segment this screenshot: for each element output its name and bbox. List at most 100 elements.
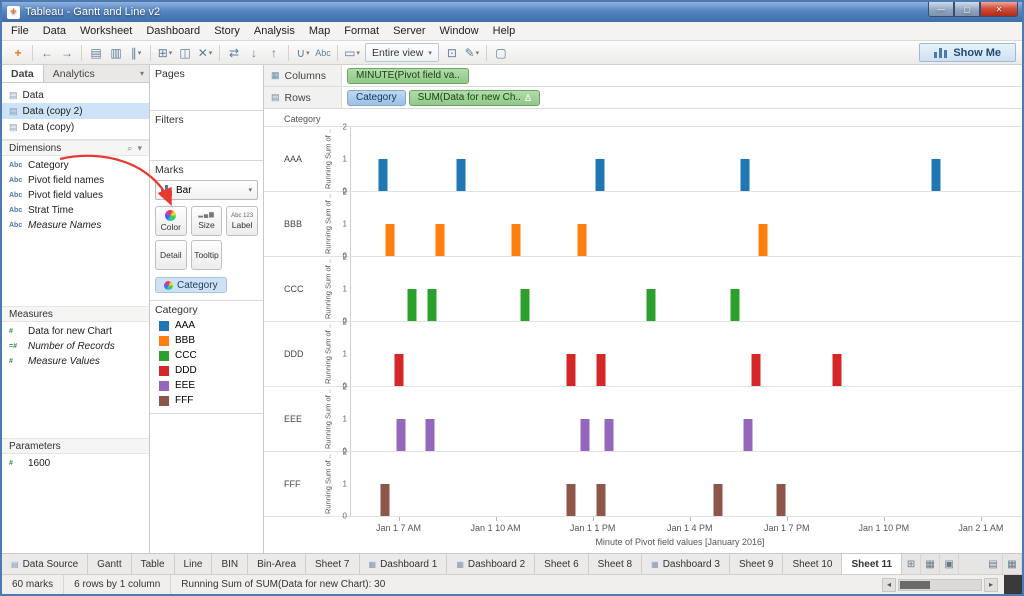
toolbar-group-members-button[interactable]: ∪ ▾ [293, 43, 313, 63]
legend-item-aaa[interactable]: AAA [155, 318, 258, 333]
menu-item-help[interactable]: Help [486, 22, 523, 40]
mark-bar[interactable] [456, 159, 466, 191]
field-measure-names[interactable]: Abc Measure Names [2, 218, 149, 233]
new-story-icon[interactable]: ▣ [940, 554, 960, 574]
menu-item-window[interactable]: Window [433, 22, 486, 40]
pages-shelf[interactable]: Pages [150, 65, 263, 111]
toolbar-pause-auto-updates-button[interactable]: ∥ ▾ [126, 43, 146, 63]
field-number-of-records[interactable]: =# Number of Records [2, 339, 149, 354]
menu-item-worksheet[interactable]: Worksheet [73, 22, 139, 40]
toolbar-duplicate-sheet-button[interactable]: ◫ [175, 43, 195, 63]
panel-menu-icon[interactable]: ▾ [135, 65, 149, 82]
tab-scrollbar-thumb[interactable] [900, 580, 930, 589]
tab-data[interactable]: Data [2, 65, 44, 82]
legend-item-ccc[interactable]: CCC [155, 348, 258, 363]
mark-bar[interactable] [730, 289, 740, 321]
sheet-tab-sheet-10[interactable]: Sheet 10 [783, 554, 843, 574]
show-sheet-sorter-icon[interactable]: ▦ [1003, 554, 1022, 574]
marks-color-button[interactable]: Color [155, 206, 187, 236]
mark-bar[interactable] [758, 224, 768, 256]
menu-item-story[interactable]: Story [207, 22, 247, 40]
mark-type-dropdown[interactable]: Bar ▾ [155, 180, 258, 200]
field-category[interactable]: Abc Category [2, 158, 149, 173]
menu-item-analysis[interactable]: Analysis [247, 22, 302, 40]
legend-item-eee[interactable]: EEE [155, 378, 258, 393]
resize-grip[interactable] [1004, 575, 1022, 594]
mark-bar[interactable] [520, 289, 530, 321]
tab-scroll-right-icon[interactable]: ▸ [984, 577, 998, 592]
sheet-tab-dashboard-3[interactable]: ▦ Dashboard 3 [642, 554, 730, 574]
sheet-tab-data-source[interactable]: ▤ Data Source [2, 554, 89, 574]
sheet-tab-bin[interactable]: BIN [212, 554, 249, 574]
mark-bar[interactable] [580, 419, 590, 451]
menu-item-format[interactable]: Format [337, 22, 386, 40]
mark-bar[interactable] [385, 224, 395, 256]
mark-bar[interactable] [407, 289, 417, 321]
toolbar-new-worksheet-button[interactable]: ⊞ ▾ [155, 43, 175, 63]
toolbar-show-mark-labels-button[interactable]: Abc [313, 43, 333, 63]
mark-bar[interactable] [751, 354, 761, 386]
sheet-tab-sheet-7[interactable]: Sheet 7 [306, 554, 360, 574]
tab-analytics[interactable]: Analytics [44, 65, 104, 82]
show-me-button[interactable]: Show Me [919, 43, 1016, 62]
field-strat-time[interactable]: Abc Strat Time [2, 203, 149, 218]
mark-bar[interactable] [425, 419, 435, 451]
toolbar-undo-button[interactable]: ← [37, 43, 57, 63]
shelf-pill-sum-data-for-new-ch[interactable]: SUM(Data for new Ch.. Δ [408, 89, 540, 106]
mark-bar[interactable] [577, 224, 587, 256]
sheet-tab-line[interactable]: Line [174, 554, 213, 574]
toolbar-highlight-button[interactable]: ✎ ▾ [462, 43, 482, 63]
toolbar-save-button[interactable]: ▤ [86, 43, 106, 63]
mark-bar[interactable] [776, 484, 786, 516]
mark-bar[interactable] [713, 484, 723, 516]
show-filmstrip-icon[interactable]: ▤ [984, 554, 1003, 574]
toolbar-start-page-button[interactable]: + [8, 43, 28, 63]
field-data-for-new-chart[interactable]: # Data for new Chart [2, 324, 149, 339]
tab-scroll-left-icon[interactable]: ◂ [882, 577, 896, 592]
sheet-tab-dashboard-1[interactable]: ▦ Dashboard 1 [359, 554, 448, 574]
field-pivot-field-values[interactable]: Abc Pivot field values [2, 188, 149, 203]
data-source-data-copy[interactable]: ▤ Data (copy) [2, 119, 149, 135]
mark-bar[interactable] [740, 159, 750, 191]
mark-bar[interactable] [427, 289, 437, 321]
mark-bar[interactable] [396, 419, 406, 451]
toolbar-sort-ascending-button[interactable]: ↓ [244, 43, 264, 63]
title-bar[interactable]: + Tableau - Gantt and Line v2 — ▢ ✕ [2, 2, 1022, 22]
mark-bar[interactable] [646, 289, 656, 321]
toolbar-swap-rows-columns-button[interactable]: ⇄ [224, 43, 244, 63]
toolbar-clear-sheet-button[interactable]: ✕ ▾ [195, 43, 215, 63]
shelf-pill-category[interactable]: Category [347, 89, 406, 106]
sheet-tab-sheet-8[interactable]: Sheet 8 [588, 554, 643, 574]
columns-shelf[interactable]: ▦ Columns MINUTE(Pivot field va.. [264, 65, 1022, 87]
field-measure-values[interactable]: # Measure Values [2, 354, 149, 369]
mark-bar[interactable] [566, 484, 576, 516]
sheet-tab-table[interactable]: Table [131, 554, 175, 574]
field-pivot-field-names[interactable]: Abc Pivot field names [2, 173, 149, 188]
search-icon[interactable]: ⌕ [127, 143, 132, 154]
sheet-tab-gantt[interactable]: Gantt [88, 554, 132, 574]
chart-x-axis[interactable]: Jan 1 7 AM Jan 1 10 AM Jan 1 1 PM Jan 1 4 P… [350, 517, 1010, 537]
sheet-tab-sheet-9[interactable]: Sheet 9 [729, 554, 784, 574]
mark-bar[interactable] [595, 159, 605, 191]
menu-item-server[interactable]: Server [386, 22, 432, 40]
sheet-tab-sheet-11[interactable]: Sheet 11 [842, 554, 903, 574]
legend-item-bbb[interactable]: BBB [155, 333, 258, 348]
sheet-tab-sheet-6[interactable]: Sheet 6 [535, 554, 589, 574]
toolbar-fit-button[interactable]: ▭ ▾ [342, 43, 362, 63]
mark-bar[interactable] [394, 354, 404, 386]
menu-item-map[interactable]: Map [302, 22, 337, 40]
mark-bar[interactable] [931, 159, 941, 191]
sheet-tab-bin-area[interactable]: Bin-Area [248, 554, 307, 574]
toolbar-presentation-mode-button[interactable]: ▢ [491, 43, 511, 63]
shelf-pill-minute-pivot-field-va[interactable]: MINUTE(Pivot field va.. [347, 67, 469, 84]
data-source-data-copy-2[interactable]: ▤ Data (copy 2) [2, 103, 149, 119]
mark-bar[interactable] [743, 419, 753, 451]
marks-label-button[interactable]: Abc 123 Label [226, 206, 258, 236]
view-options-icon[interactable]: ▾ [137, 143, 142, 154]
data-source-data[interactable]: ▤ Data [2, 87, 149, 103]
marks-detail-button[interactable]: Detail [155, 240, 187, 270]
toolbar-add-data-source-button[interactable]: ▥ [106, 43, 126, 63]
menu-item-data[interactable]: Data [36, 22, 73, 40]
mark-bar[interactable] [832, 354, 842, 386]
new-worksheet-icon[interactable]: ⊞ [902, 554, 922, 574]
